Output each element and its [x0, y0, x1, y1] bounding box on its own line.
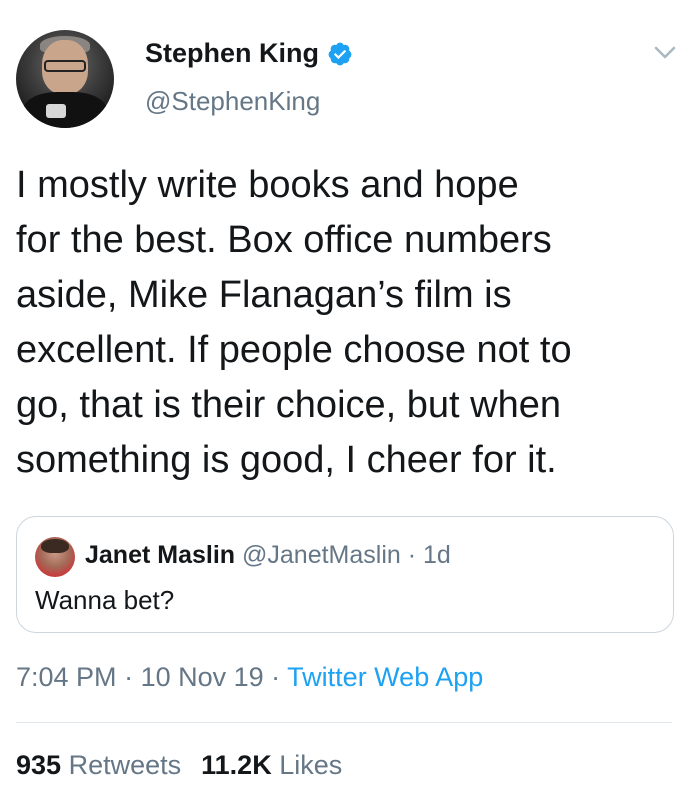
tweet-text: I mostly write books and hope for the be… [16, 164, 572, 481]
likes-count: 11.2K [201, 750, 272, 780]
quoted-tweet[interactable]: Janet Maslin @JanetMaslin · 1d Wanna bet… [16, 516, 674, 633]
quoted-author-avatar[interactable] [35, 537, 75, 577]
quoted-tweet-age: 1d [423, 541, 451, 569]
quoted-tweet-header: Janet Maslin @JanetMaslin · 1d [85, 541, 451, 570]
tweet-source-link[interactable]: Twitter Web App [287, 662, 483, 692]
meta-separator: · [116, 662, 141, 692]
author-avatar[interactable] [16, 30, 114, 128]
quoted-author-name: Janet Maslin [85, 541, 236, 569]
meta-separator-2: · [263, 662, 288, 692]
divider [16, 722, 672, 723]
retweets-stat[interactable]: 935 Retweets [16, 750, 181, 780]
author-name-row[interactable]: Stephen King [145, 38, 353, 69]
tweet-stats: 935 Retweets 11.2K Likes [16, 750, 342, 781]
likes-stat[interactable]: 11.2K Likes [201, 750, 342, 780]
likes-label: Likes [279, 750, 343, 780]
quoted-tweet-text: Wanna bet? [35, 585, 175, 615]
retweets-label: Retweets [68, 750, 182, 780]
chevron-down-icon[interactable] [652, 42, 678, 62]
author-display-name[interactable]: Stephen King [145, 38, 319, 69]
quoted-author-handle: @JanetMaslin · 1d [242, 541, 451, 569]
verified-badge-icon [327, 41, 353, 67]
tweet-meta: 7:04 PM · 10 Nov 19 · Twitter Web App [16, 662, 483, 693]
tweet-card: Stephen King @StephenKing I mostly write… [0, 0, 698, 800]
retweets-count: 935 [16, 750, 62, 780]
tweet-time: 7:04 PM [16, 662, 117, 692]
tweet-date: 10 Nov 19 [140, 662, 264, 692]
author-handle[interactable]: @StephenKing [145, 86, 320, 117]
